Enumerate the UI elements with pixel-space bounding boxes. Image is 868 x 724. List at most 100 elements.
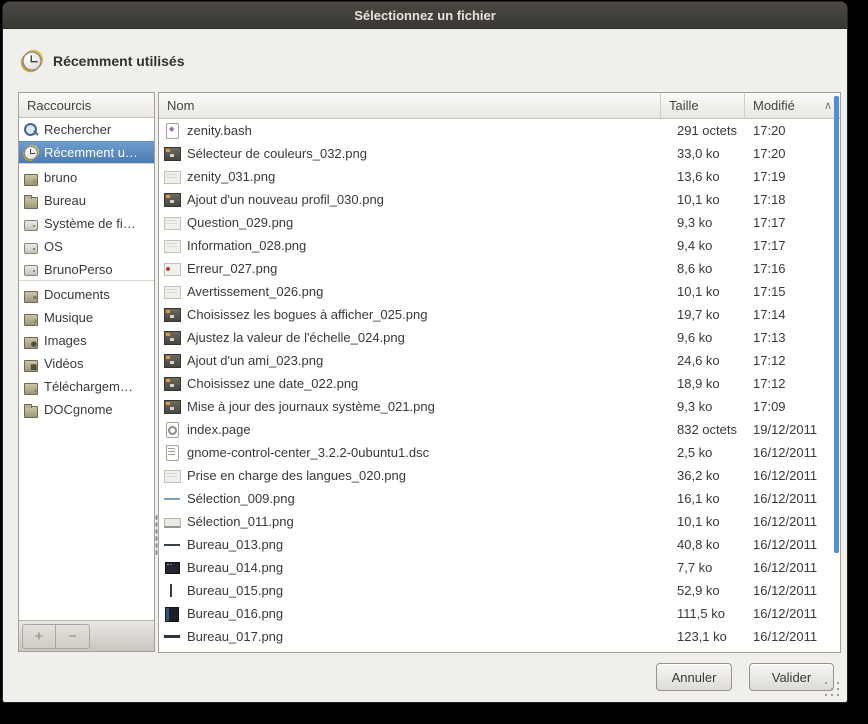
shortcut-item[interactable]: Récemment u…	[19, 141, 154, 164]
shortcut-item[interactable]: Rechercher	[19, 118, 154, 141]
column-header-name[interactable]: Nom	[159, 93, 661, 118]
file-name: Erreur_027.png	[187, 261, 277, 276]
file-modified: 17:14	[745, 307, 840, 322]
text-file-icon	[164, 444, 181, 461]
file-row[interactable]: Question_029.png 9,3 ko 17:17	[159, 211, 840, 234]
folder-icon	[23, 402, 39, 418]
file-row[interactable]: Erreur_027.png 8,6 ko 17:16	[159, 257, 840, 280]
file-row[interactable]: Bureau_017.png 123,1 ko 16/12/2011	[159, 625, 840, 648]
file-row[interactable]: Bureau_013.png 40,8 ko 16/12/2011	[159, 533, 840, 556]
file-modified: 16/12/2011	[745, 445, 840, 460]
file-row[interactable]: Bureau_016.png 111,5 ko 16/12/2011	[159, 602, 840, 625]
file-row[interactable]: Ajout d'un ami_023.png 24,6 ko 17:12	[159, 349, 840, 372]
file-size: 9,3 ko	[661, 399, 745, 414]
shortcut-item[interactable]: Bureau	[19, 189, 154, 212]
shortcut-item[interactable]: Système de fi…	[19, 212, 154, 235]
file-name: Bureau_017.png	[187, 629, 283, 644]
file-size: 2,5 ko	[661, 445, 745, 460]
file-modified: 17:17	[745, 215, 840, 230]
file-row[interactable]: zenity_031.png 13,6 ko 17:19	[159, 165, 840, 188]
file-row[interactable]: Prise en charge des langues_020.png 36,2…	[159, 464, 840, 487]
bookmarks-toolbar: + −	[19, 620, 154, 651]
file-size: 9,3 ko	[661, 215, 745, 230]
desktop-folder-icon	[23, 193, 39, 209]
file-name: Choisissez une date_022.png	[187, 376, 358, 391]
column-header-size[interactable]: Taille	[661, 93, 745, 118]
file-name: Bureau_013.png	[187, 537, 283, 552]
file-row[interactable]: Information_028.png 9,4 ko 17:17	[159, 234, 840, 257]
file-modified: 16/12/2011	[745, 537, 840, 552]
file-chooser-dialog: Sélectionnez un fichier Récemment utilis…	[3, 2, 847, 702]
file-row[interactable]: Bureau_014.png 7,7 ko 16/12/2011	[159, 556, 840, 579]
shortcut-item[interactable]: Documents	[19, 283, 154, 306]
shortcut-item[interactable]: Musique	[19, 306, 154, 329]
window-screenshot-icon	[164, 306, 181, 323]
file-modified: 16/12/2011	[745, 629, 840, 644]
vertical-line-icon	[164, 582, 181, 599]
file-row[interactable]: Bureau_015.png 52,9 ko 16/12/2011	[159, 579, 840, 602]
error-screenshot-icon	[164, 260, 181, 277]
file-modified: 17:09	[745, 399, 840, 414]
file-name: Information_028.png	[187, 238, 306, 253]
file-row[interactable]: zenity.bash 291 octets 17:20	[159, 119, 840, 142]
file-size: 18,9 ko	[661, 376, 745, 391]
file-row[interactable]: Ajout d'un nouveau profil_030.png 10,1 k…	[159, 188, 840, 211]
file-list-panel: Nom Taille Modifié ∧ zenity.bash 291 oct…	[158, 92, 841, 653]
add-bookmark-button[interactable]: +	[22, 624, 56, 649]
window-screenshot-icon	[164, 329, 181, 346]
file-name: Sélection_009.png	[187, 491, 295, 506]
file-modified: 16/12/2011	[745, 514, 840, 529]
file-name: Ajustez la valeur de l'échelle_024.png	[187, 330, 405, 345]
window-resize-grip[interactable]	[823, 680, 841, 698]
file-row[interactable]: gnome-control-center_3.2.2-0ubuntu1.dsc …	[159, 441, 840, 464]
file-row[interactable]: Choisissez une date_022.png 18,9 ko 17:1…	[159, 372, 840, 395]
shortcut-label: DOCgnome	[44, 402, 113, 417]
file-name: Bureau_015.png	[187, 583, 283, 598]
shortcuts-empty-area	[19, 421, 154, 620]
shortcut-item[interactable]: Téléchargem…	[19, 375, 154, 398]
shortcut-item[interactable]: Vidéos	[19, 352, 154, 375]
window-titlebar[interactable]: Sélectionnez un fichier	[3, 2, 847, 29]
file-row[interactable]: Sélection_009.png 16,1 ko 16/12/2011	[159, 487, 840, 510]
file-size: 7,7 ko	[661, 560, 745, 575]
shortcut-label: Vidéos	[44, 356, 84, 371]
recent-clock-icon	[21, 50, 43, 72]
thin-dark-line-icon	[164, 536, 181, 553]
file-row[interactable]: Choisissez les bogues à afficher_025.png…	[159, 303, 840, 326]
pale-screenshot-icon	[164, 283, 181, 300]
file-size: 8,6 ko	[661, 261, 745, 276]
thick-dark-line-icon	[164, 628, 181, 645]
file-size: 123,1 ko	[661, 629, 745, 644]
window-screenshot-icon	[164, 398, 181, 415]
shortcut-label: Musique	[44, 310, 93, 325]
file-modified: 17:17	[745, 238, 840, 253]
file-name: Avertissement_026.png	[187, 284, 323, 299]
file-row[interactable]: index.page 832 octets 19/12/2011	[159, 418, 840, 441]
cancel-button[interactable]: Annuler	[656, 663, 732, 691]
file-modified: 17:19	[745, 169, 840, 184]
validate-button[interactable]: Valider	[749, 663, 834, 691]
shortcut-label: Récemment u…	[44, 145, 138, 160]
remove-bookmark-button[interactable]: −	[56, 624, 90, 649]
shortcut-item[interactable]: bruno	[19, 166, 154, 189]
vertical-scrollbar-thumb[interactable]	[834, 96, 839, 553]
dark-rect-icon	[164, 559, 181, 576]
file-size: 40,8 ko	[661, 537, 745, 552]
file-row[interactable]: Sélecteur de couleurs_032.png 33,0 ko 17…	[159, 142, 840, 165]
file-modified: 16/12/2011	[745, 560, 840, 575]
shortcuts-column-header[interactable]: Raccourcis	[19, 93, 154, 118]
file-row[interactable]: Mise à jour des journaux système_021.png…	[159, 395, 840, 418]
column-label-size: Taille	[669, 98, 699, 113]
file-modified: 16/12/2011	[745, 491, 840, 506]
column-header-modified[interactable]: Modifié ∧	[745, 93, 840, 118]
page-file-icon	[164, 421, 181, 438]
shortcut-item[interactable]: DOCgnome	[19, 398, 154, 421]
shortcut-item[interactable]: BrunoPerso	[19, 258, 154, 281]
shortcut-item[interactable]: Images	[19, 329, 154, 352]
file-row[interactable]: Avertissement_026.png 10,1 ko 17:15	[159, 280, 840, 303]
shortcut-item[interactable]: OS	[19, 235, 154, 258]
file-row[interactable]: Sélection_011.png 10,1 ko 16/12/2011	[159, 510, 840, 533]
file-row[interactable]: Ajustez la valeur de l'échelle_024.png 9…	[159, 326, 840, 349]
videos-folder-icon	[23, 356, 39, 372]
file-rows: zenity.bash 291 octets 17:20 Sélecteur d…	[159, 119, 840, 648]
